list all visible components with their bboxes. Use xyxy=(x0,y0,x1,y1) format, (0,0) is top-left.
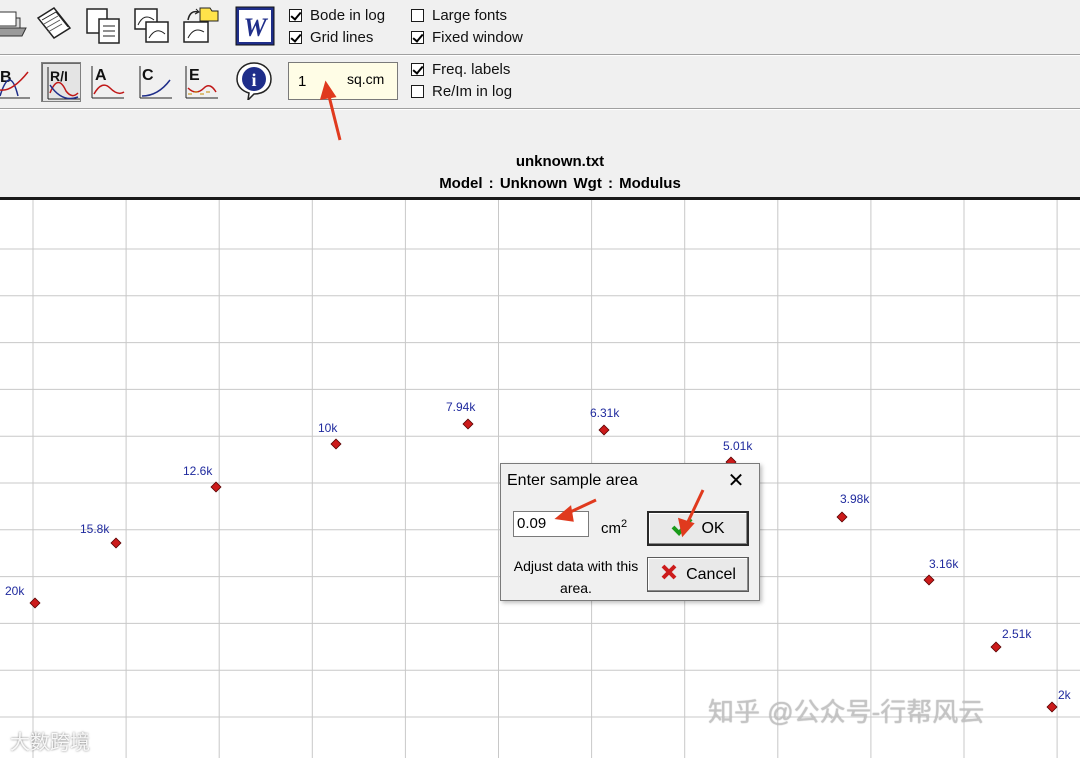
re-im-in-log-checkbox[interactable]: Re/Im in log xyxy=(411,81,512,101)
capacitance-plot-icon[interactable]: C xyxy=(134,62,174,102)
svg-text:E: E xyxy=(189,67,200,84)
toolbar: W B R/I A C E i Bode in log Grid lines L… xyxy=(0,0,1080,200)
sample-area-value[interactable]: 1 xyxy=(298,73,338,90)
cross-icon xyxy=(660,563,678,586)
svg-text:A: A xyxy=(95,67,107,84)
admittance-plot-icon[interactable]: A xyxy=(86,62,126,102)
close-icon[interactable]: ✕ xyxy=(723,470,749,494)
cancel-button[interactable]: Cancel xyxy=(647,557,749,592)
frequency-label: 15.8k xyxy=(80,522,110,536)
checkbox-box[interactable] xyxy=(411,8,424,22)
checkbox-label: Bode in log xyxy=(310,6,386,24)
checkbox-label: Re/Im in log xyxy=(432,82,513,100)
checkbox-label: Grid lines xyxy=(310,28,374,46)
frequency-label: 6.31k xyxy=(590,406,620,420)
data-point xyxy=(462,418,474,430)
data-point xyxy=(990,641,1002,653)
sample-area-dialog: Enter sample area ✕ 0.09 cm2 Adjust data… xyxy=(500,463,760,601)
frequency-label: 2k xyxy=(1058,688,1072,702)
frequency-label: 5.01k xyxy=(723,439,753,453)
svg-text:R/I: R/I xyxy=(50,68,68,84)
frequency-label: 20k xyxy=(5,584,25,598)
checkmark-icon xyxy=(671,516,693,541)
checkbox-label: Fixed window xyxy=(432,28,523,46)
grid-lines-checkbox[interactable]: Grid lines xyxy=(289,27,373,47)
word-export-icon[interactable]: W xyxy=(235,6,275,46)
data-point xyxy=(330,438,342,450)
toolbar-separator xyxy=(0,108,1080,110)
checkbox-label: Freq. labels xyxy=(432,60,511,78)
toolbar-separator xyxy=(0,54,1080,56)
large-fonts-checkbox[interactable]: Large fonts xyxy=(411,5,507,25)
bode-plot-icon[interactable]: B xyxy=(0,62,32,102)
ok-label: OK xyxy=(701,519,725,537)
data-point xyxy=(29,597,41,609)
open-multiple-files-icon[interactable] xyxy=(34,4,74,44)
svg-text:C: C xyxy=(142,67,154,84)
checkbox-box[interactable] xyxy=(411,62,424,76)
chart-subtitle: Model : Unknown Wgt : Modulus xyxy=(439,175,681,192)
open-file-icon[interactable] xyxy=(0,4,28,44)
cancel-label: Cancel xyxy=(686,565,736,583)
frequency-label: 3.98k xyxy=(840,492,870,506)
checkbox-label: Large fonts xyxy=(432,6,508,24)
area-input[interactable]: 0.09 xyxy=(513,511,589,537)
export-folder-icon[interactable] xyxy=(180,4,220,44)
sample-area-unit: sq.cm xyxy=(347,71,385,87)
freq-labels-checkbox[interactable]: Freq. labels xyxy=(411,59,510,79)
data-point xyxy=(1046,701,1058,713)
dialog-title: Enter sample area xyxy=(507,472,638,489)
frequency-label: 12.6k xyxy=(183,464,213,478)
real-imaginary-plot-icon[interactable]: R/I xyxy=(41,62,81,102)
dialog-hint: Adjust data with this area. xyxy=(513,558,639,596)
svg-text:i: i xyxy=(251,70,256,90)
info-icon[interactable]: i xyxy=(234,60,274,100)
frequency-label: 10k xyxy=(318,421,338,435)
multiple-graphs-icon[interactable] xyxy=(132,6,172,46)
frequency-label: 3.16k xyxy=(929,557,959,571)
ok-button[interactable]: OK xyxy=(647,511,749,546)
frequency-label: 2.51k xyxy=(1002,627,1032,641)
svg-text:W: W xyxy=(243,13,268,42)
area-unit-label: cm2 xyxy=(601,518,627,537)
unit-exponent: 2 xyxy=(621,518,628,530)
checkbox-box[interactable] xyxy=(411,84,424,98)
checkbox-box[interactable] xyxy=(289,30,302,44)
watermark-right: 知乎 @公众号-行帮风云 xyxy=(708,697,985,727)
data-point xyxy=(836,511,848,523)
chart-title: unknown.txt xyxy=(515,153,605,170)
copy-icon[interactable] xyxy=(84,6,124,46)
frequency-label: 7.94k xyxy=(446,400,476,414)
data-point xyxy=(598,424,610,436)
fixed-window-checkbox[interactable]: Fixed window xyxy=(411,27,523,47)
unit-text: cm xyxy=(601,520,621,537)
watermark-left: 大数跨境 xyxy=(10,732,90,754)
bode-in-log-checkbox[interactable]: Bode in log xyxy=(289,5,385,25)
checkbox-box[interactable] xyxy=(289,8,302,22)
permittivity-plot-icon[interactable]: E xyxy=(180,62,220,102)
checkbox-box[interactable] xyxy=(411,30,424,44)
data-point xyxy=(110,537,122,549)
